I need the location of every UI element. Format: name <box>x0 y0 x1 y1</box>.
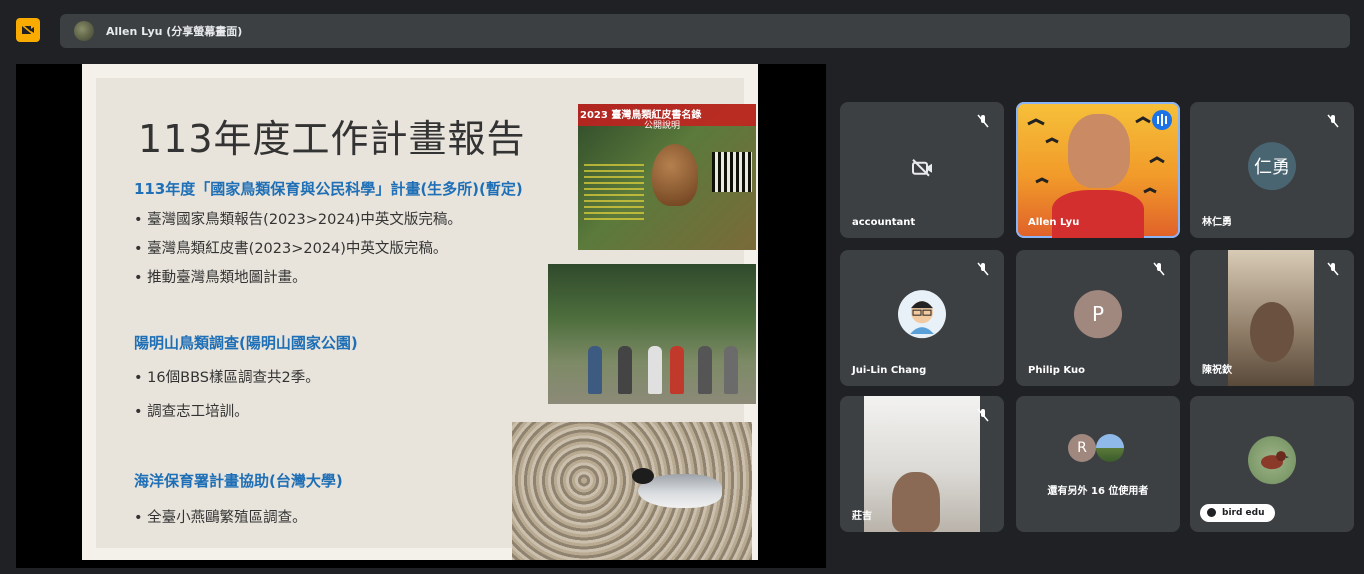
bullet-item: 臺灣鳥類紅皮書(2023>2024)中英文版完稿。 <box>134 237 447 258</box>
slide-title: 113年度工作計畫報告 <box>138 117 526 161</box>
participant-video <box>1068 114 1130 188</box>
shared-screen[interactable]: 113年度工作計畫報告 113年度「國家鳥類保育與公民科學」計畫(生多所)(暫定… <box>16 64 826 568</box>
participant-tile[interactable]: 仁勇 林仁勇 <box>1190 102 1354 238</box>
participant-name: 林仁勇 <box>1202 217 1232 228</box>
participant-tile-active-speaker[interactable]: Allen Lyu <box>1016 102 1180 238</box>
participant-name: 莊吉 <box>852 511 872 522</box>
bullet-item: 全臺小燕鷗繁殖區調查。 <box>134 506 307 527</box>
bullet-item: 臺灣國家鳥類報告(2023>2024)中英文版完稿。 <box>134 208 462 229</box>
more-participants-label: 還有另外 16 位使用者 <box>1047 486 1149 497</box>
more-participants-tile[interactable]: R 還有另外 16 位使用者 <box>1016 396 1180 532</box>
mic-off-icon <box>1327 114 1339 128</box>
presenter-avatar <box>74 21 94 41</box>
participant-tile[interactable]: Jui-Lin Chang <box>840 250 1004 386</box>
bird-avatar <box>1248 436 1296 485</box>
landscape-avatar <box>1096 434 1124 462</box>
participant-name: bird edu <box>1222 508 1265 518</box>
mic-off-icon <box>1327 262 1339 276</box>
mic-off-icon <box>977 408 989 422</box>
poster-title: 2023 臺灣鳥類紅皮書名錄 <box>580 110 702 121</box>
camera-off-icon <box>908 154 936 182</box>
participant-video <box>864 396 980 532</box>
section-heading: 陽明山鳥類調查(陽明山國家公園) <box>134 334 358 352</box>
slide-panel: 113年度工作計畫報告 113年度「國家鳥類保育與公民科學」計畫(生多所)(暫定… <box>96 78 756 560</box>
participant-tile[interactable]: 莊吉 <box>840 396 1004 532</box>
participant-name-pill: bird edu <box>1200 504 1275 522</box>
bullet-item: 16個BBS樣區調查共2季。 <box>134 366 320 387</box>
participant-tile[interactable]: 陳祝欽 <box>1190 250 1354 386</box>
tern-photo <box>512 422 752 560</box>
participant-name: Allen Lyu <box>1028 217 1080 228</box>
forest-survey-photo <box>548 264 756 404</box>
participant-name: Philip Kuo <box>1028 365 1085 376</box>
cartoon-avatar <box>898 290 946 339</box>
participant-name: accountant <box>852 217 916 228</box>
mic-off-icon <box>1153 262 1165 276</box>
participant-name: Jui-Lin Chang <box>852 365 927 376</box>
section-heading: 113年度「國家鳥類保育與公民科學」計畫(生多所)(暫定) <box>134 180 523 198</box>
top-bar: Allen Lyu (分享螢幕畫面) <box>0 0 1364 64</box>
mic-off-icon <box>977 262 989 276</box>
bullet-item: 推動臺灣鳥類地圖計畫。 <box>134 266 307 287</box>
poster-subtitle: 公開說明 <box>644 121 681 131</box>
bullet-item: 調查志工培訓。 <box>134 400 249 421</box>
initial-avatar: 仁勇 <box>1248 142 1296 191</box>
presenter-label: Allen Lyu (分享螢幕畫面) <box>106 25 243 38</box>
qr-code-icon <box>712 152 752 192</box>
speaking-indicator-icon <box>1152 110 1172 130</box>
participant-tile[interactable]: accountant <box>840 102 1004 238</box>
camera-off-icon[interactable] <box>16 18 40 42</box>
redlist-poster-image: 2023 臺灣鳥類紅皮書名錄 公開說明 <box>578 104 756 250</box>
initial-avatar: P <box>1074 290 1122 339</box>
initial-avatar: R <box>1068 434 1096 462</box>
participant-video <box>1228 250 1314 386</box>
participant-tile[interactable]: P Philip Kuo <box>1016 250 1180 386</box>
presenter-bar[interactable]: Allen Lyu (分享螢幕畫面) <box>60 14 1350 48</box>
presenter-pin-icon <box>1207 508 1216 517</box>
participant-name: 陳祝欽 <box>1202 365 1232 376</box>
section-heading: 海洋保育署計畫協助(台灣大學) <box>134 472 343 490</box>
mic-off-icon <box>977 114 989 128</box>
participant-tile[interactable]: bird edu <box>1190 396 1354 532</box>
presentation-slide: 113年度工作計畫報告 113年度「國家鳥類保育與公民科學」計畫(生多所)(暫定… <box>82 64 758 560</box>
